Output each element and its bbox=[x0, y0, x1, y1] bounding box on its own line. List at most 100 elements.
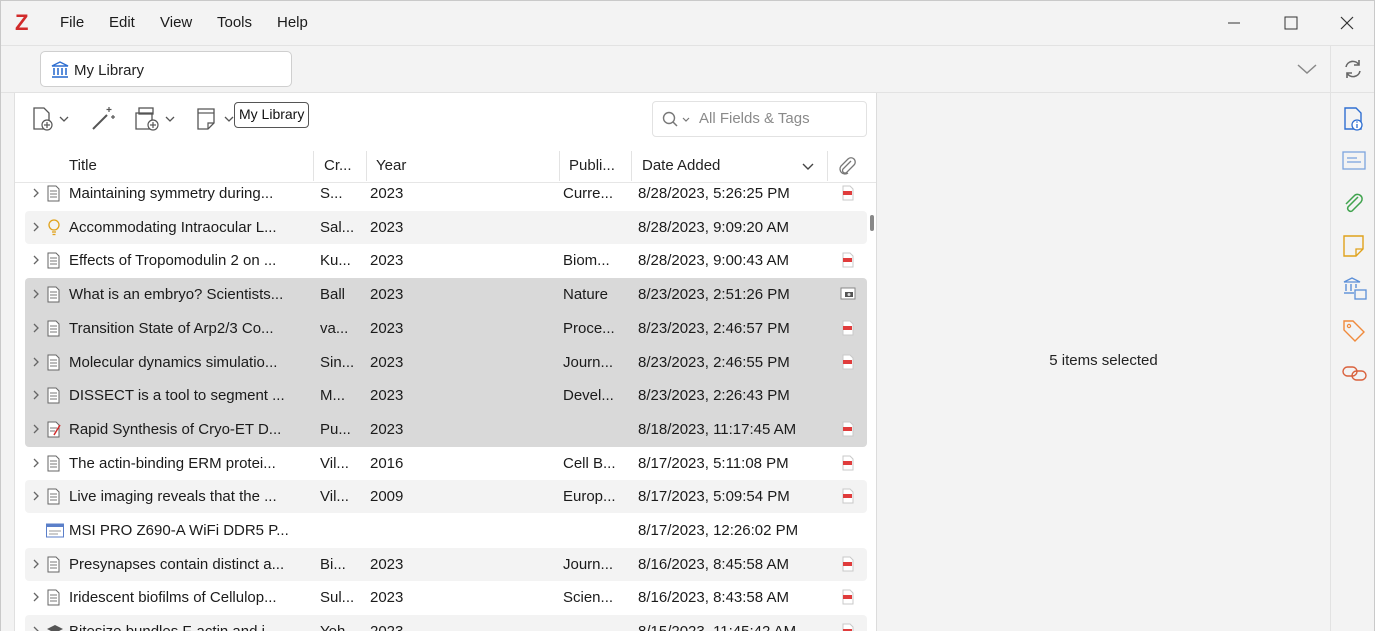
journal-article-icon bbox=[47, 185, 60, 202]
cell-creator: Pu... bbox=[320, 420, 351, 438]
chevron-down-icon[interactable] bbox=[1295, 62, 1319, 76]
column-title[interactable]: Title bbox=[69, 157, 97, 174]
table-row[interactable]: Effects of Tropomodulin 2 on ... Ku... 202… bbox=[25, 244, 867, 277]
table-row[interactable]: The actin-binding ERM protei... Vil... 201… bbox=[25, 447, 867, 480]
chevron-right-icon[interactable] bbox=[31, 322, 41, 334]
chevron-right-icon[interactable] bbox=[31, 254, 41, 266]
menu-help[interactable]: Help bbox=[277, 14, 308, 31]
journal-article-icon bbox=[47, 252, 60, 269]
table-row[interactable]: Maintaining symmetry during... S... 2023 Cu… bbox=[25, 177, 867, 210]
thesis-icon bbox=[47, 625, 63, 631]
magic-wand-icon bbox=[92, 107, 115, 130]
snapshot-attachment-icon[interactable] bbox=[840, 286, 856, 302]
libraries-collections-icon[interactable] bbox=[1342, 276, 1368, 302]
cell-publication: Journ... bbox=[563, 555, 614, 573]
cell-title: Molecular dynamics simulatio... bbox=[69, 353, 278, 371]
column-creator[interactable]: Cr... bbox=[324, 157, 352, 174]
minimize-icon bbox=[1228, 22, 1240, 24]
table-row[interactable]: Rapid Synthesis of Cryo-ET D... Pu... 2023… bbox=[25, 412, 867, 448]
cell-year: 2023 bbox=[370, 185, 404, 202]
pdf-attachment-icon[interactable] bbox=[840, 185, 856, 201]
cell-date-added: 8/28/2023, 9:09:20 AM bbox=[638, 218, 789, 236]
table-row[interactable]: Presynapses contain distinct a... Bi... 20… bbox=[25, 547, 867, 581]
table-row[interactable]: Molecular dynamics simulatio... Sin... 202… bbox=[25, 345, 867, 380]
chevron-right-icon[interactable] bbox=[31, 490, 41, 502]
collections-pane-collapsed[interactable] bbox=[1, 93, 15, 631]
sync-area bbox=[1330, 46, 1374, 93]
menu-tools[interactable]: Tools bbox=[217, 14, 252, 31]
pdf-attachment-icon[interactable] bbox=[840, 455, 856, 471]
notes-icon[interactable] bbox=[1342, 234, 1366, 258]
cell-creator: M... bbox=[320, 387, 345, 405]
column-date-added[interactable]: Date Added bbox=[642, 157, 720, 174]
zotero-logo: Z bbox=[15, 10, 29, 35]
cell-year: 2016 bbox=[370, 454, 404, 472]
journal-article-icon bbox=[47, 589, 60, 606]
scrollbar-thumb[interactable] bbox=[870, 215, 874, 231]
table-row[interactable]: DISSECT is a tool to segment ... M... 2023… bbox=[25, 379, 867, 414]
info-icon[interactable] bbox=[1342, 106, 1366, 132]
cell-date-added: 8/15/2023, 11:45:42 AM bbox=[638, 623, 828, 631]
menu-view[interactable]: View bbox=[160, 14, 192, 31]
cell-date-added: 8/16/2023, 8:43:58 AM bbox=[638, 589, 789, 607]
chevron-right-icon[interactable] bbox=[31, 356, 41, 368]
cell-creator: va... bbox=[320, 319, 349, 337]
menu-file[interactable]: File bbox=[60, 14, 84, 31]
table-row[interactable]: Accommodating Intraocular L... Sal... 2023… bbox=[25, 210, 867, 244]
new-item-button[interactable] bbox=[31, 105, 71, 133]
new-note-button[interactable] bbox=[195, 105, 235, 133]
new-note-icon bbox=[197, 108, 234, 130]
cell-publication: Biom... bbox=[563, 252, 610, 270]
cell-publication: Scien... bbox=[563, 589, 614, 607]
column-publication[interactable]: Publi... bbox=[569, 157, 615, 174]
cell-creator: Vil... bbox=[320, 454, 349, 472]
cell-year: 2023 bbox=[370, 387, 404, 405]
table-row[interactable]: Transition State of Arp2/3 Co... va... 202… bbox=[25, 311, 867, 346]
pdf-attachment-icon[interactable] bbox=[840, 252, 856, 268]
chevron-right-icon[interactable] bbox=[31, 187, 41, 199]
chevron-right-icon[interactable] bbox=[31, 288, 41, 300]
collection-selector[interactable]: My Library bbox=[40, 51, 292, 87]
chevron-right-icon[interactable] bbox=[31, 591, 41, 603]
search-input[interactable] bbox=[699, 110, 859, 127]
sort-descending-icon[interactable] bbox=[801, 162, 815, 172]
cell-date-added: 8/17/2023, 12:26:02 PM bbox=[638, 522, 799, 539]
new-attachment-button[interactable] bbox=[133, 105, 179, 133]
attachment-column-icon[interactable] bbox=[836, 156, 858, 176]
abstract-icon[interactable] bbox=[1342, 150, 1366, 172]
search-box[interactable] bbox=[652, 101, 867, 137]
table-row[interactable]: What is an embryo? Scientists... Ball 2023… bbox=[25, 278, 867, 313]
preprint-icon bbox=[47, 421, 61, 438]
attachments-icon[interactable] bbox=[1342, 193, 1366, 215]
pdf-attachment-icon[interactable] bbox=[840, 589, 856, 605]
related-icon[interactable] bbox=[1342, 362, 1368, 384]
close-button[interactable] bbox=[1334, 11, 1360, 35]
cell-creator: Sin... bbox=[320, 353, 355, 371]
tags-icon[interactable] bbox=[1342, 319, 1366, 343]
pdf-attachment-icon[interactable] bbox=[840, 421, 856, 437]
add-by-identifier-button[interactable] bbox=[89, 105, 117, 133]
pdf-attachment-icon[interactable] bbox=[840, 556, 856, 572]
table-row[interactable]: MSI PRO Z690-A WiFi DDR5 P... 8/17/2023, … bbox=[25, 514, 867, 547]
pdf-attachment-icon[interactable] bbox=[840, 354, 856, 370]
chevron-right-icon[interactable] bbox=[31, 389, 41, 401]
table-row[interactable]: Bitesize bundles F-actin and i... Yeh... 2… bbox=[25, 615, 867, 631]
minimize-button[interactable] bbox=[1221, 11, 1247, 35]
chevron-right-icon[interactable] bbox=[31, 625, 41, 631]
menu-edit[interactable]: Edit bbox=[109, 14, 135, 31]
pdf-attachment-icon[interactable] bbox=[840, 488, 856, 504]
chevron-right-icon[interactable] bbox=[31, 423, 41, 435]
cell-year: 2023 bbox=[370, 623, 430, 631]
sync-icon[interactable] bbox=[1342, 58, 1364, 80]
pdf-attachment-icon[interactable] bbox=[840, 623, 856, 631]
chevron-right-icon[interactable] bbox=[31, 221, 41, 233]
table-row[interactable]: Iridescent biofilms of Cellulop... Sul...… bbox=[25, 581, 867, 614]
chevron-right-icon[interactable] bbox=[31, 558, 41, 570]
column-year[interactable]: Year bbox=[376, 157, 406, 174]
table-row[interactable]: Live imaging reveals that the ... Vil... 2… bbox=[25, 480, 867, 514]
chevron-right-icon[interactable] bbox=[31, 457, 41, 469]
pdf-attachment-icon[interactable] bbox=[840, 320, 856, 336]
items-toolbar: My Library bbox=[15, 93, 876, 146]
maximize-button[interactable] bbox=[1278, 11, 1304, 35]
cell-creator: Sal... bbox=[320, 218, 355, 236]
